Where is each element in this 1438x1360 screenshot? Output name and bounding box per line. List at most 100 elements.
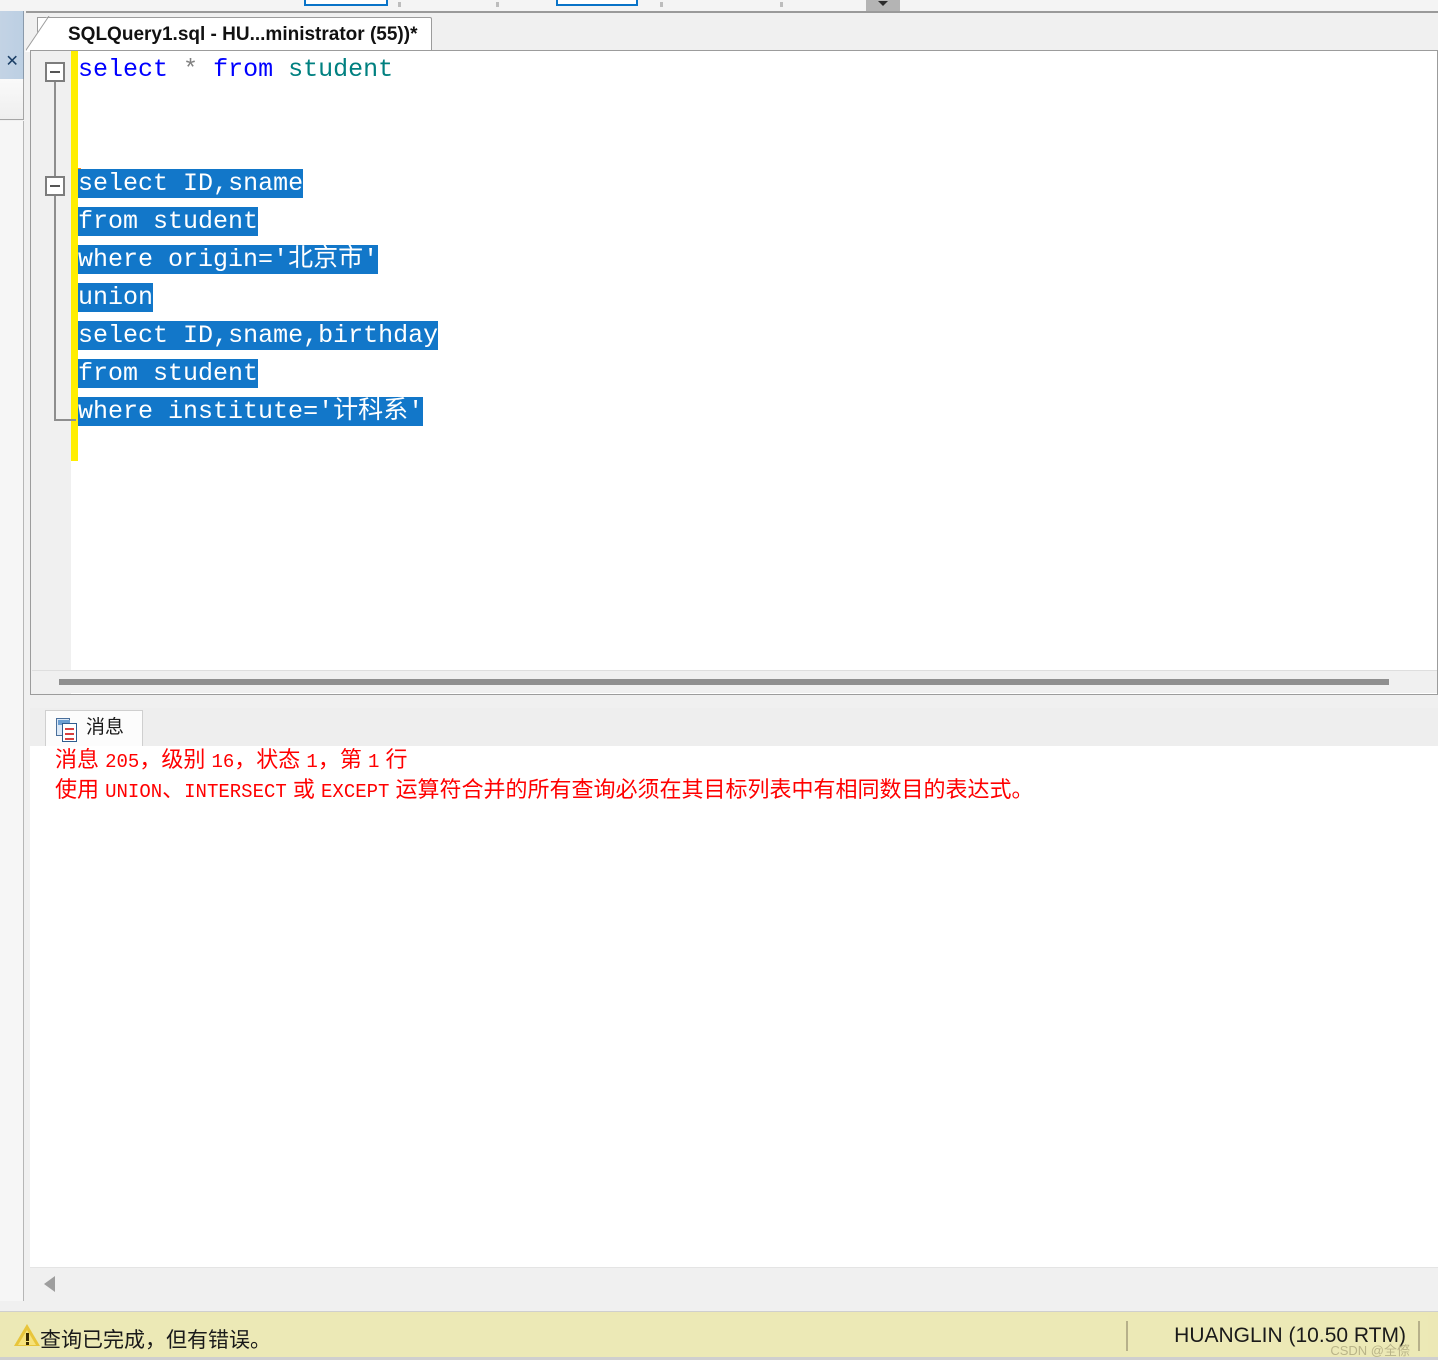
code-token: where [78,245,154,274]
code-line[interactable] [78,127,438,165]
toolbar-separator [398,2,401,7]
toolbar-separator [780,2,783,7]
code-token: origin [168,245,259,274]
object-explorer-icon: ✕ [5,54,22,67]
warning-icon [14,1323,40,1347]
editor-code-text[interactable]: select * from student select ID,sname fro… [78,51,439,431]
editor-gutter [31,51,71,694]
code-token: select [78,321,169,350]
tab-label: SQLQuery1.sql - HU...ministrator (55))* [68,24,418,45]
message-line: 消息 205，级别 16，状态 1，第 1 行 [30,746,1438,776]
code-token: '北京市' [273,245,379,274]
results-tabstrip: 消息 [30,708,1438,747]
warning-exclamation-dot [26,1342,29,1345]
pane-splitter[interactable] [30,696,1438,708]
document-area: SQLQuery1.sql - HU...ministrator (55))* … [24,13,1438,1298]
messages-horizontal-scrollbar[interactable] [30,1267,1438,1298]
message-text: 1 [306,751,318,773]
tab-messages-label: 消息 [86,717,125,738]
code-line[interactable]: select ID,sname [78,165,438,203]
tab-skew-edge [26,16,51,51]
code-token: , [213,169,229,198]
code-line[interactable] [78,89,438,127]
fold-toggle-icon-block2[interactable] [45,176,65,196]
message-text: 或 [286,777,322,802]
code-token: union [78,283,154,312]
selected-code-span: from student [78,207,259,236]
code-line[interactable]: union [78,279,438,317]
code-line[interactable]: where institute='计科系' [78,393,438,431]
editor-horizontal-scrollbar[interactable] [32,670,1437,693]
toolbar-separator [660,2,663,7]
messages-icon-line [65,733,74,735]
message-text: 、 [162,777,185,802]
message-text: 1 [367,751,380,773]
code-line[interactable]: from student [78,355,438,393]
left-dock-panel-lower [0,121,24,1301]
toolbar-overflow-chevron-down-icon[interactable] [866,0,900,11]
message-text: INTERSECT [184,781,287,803]
toolbar-combo-1[interactable] [304,0,388,6]
selected-code-span: union [78,283,154,312]
code-token: from [78,359,139,388]
selected-code-span: select ID,sname [78,169,304,198]
message-text: ，级别 [139,747,212,772]
code-line[interactable]: from student [78,203,438,241]
message-text: 运算符合并的所有查询必须在其目标列表中有相同数目的表达式。 [389,777,1034,802]
code-span: select * from student [78,55,393,84]
code-token: , [303,321,319,350]
code-token: where [78,397,154,426]
tab-sqlquery1[interactable]: SQLQuery1.sql - HU...ministrator (55))* [24,17,433,52]
message-text: 消息 [55,747,106,772]
messages-icon-line [65,738,74,740]
fold-connector-line [54,196,56,421]
selected-code-span: where institute='计科系' [78,397,424,426]
selected-code-span: select ID,sname,birthday [78,321,439,350]
code-token: '计科系' [318,397,424,426]
toolbar-combo-2[interactable] [556,0,638,6]
message-text: 205 [105,751,140,773]
messages-output[interactable]: 消息 205，级别 16，状态 1，第 1 行使用 UNION、INTERSEC… [30,746,1438,1266]
left-dock-panel-upper [0,79,24,120]
message-text: 16 [211,751,235,773]
object-explorer-collapsed-tab[interactable]: ✕ [0,11,24,80]
warning-exclamation-stem [26,1333,29,1341]
code-token: , [213,321,229,350]
status-divider [1418,1321,1420,1351]
tab-messages[interactable]: 消息 [45,710,144,747]
code-token: sname [228,321,304,350]
code-token: ID [183,321,214,350]
message-text: UNION [105,781,163,803]
code-token: birthday [318,321,439,350]
toolbar-separator [496,2,499,7]
selected-code-span: from student [78,359,259,388]
code-token: sname [228,169,304,198]
left-dock-strip: ✕ [0,11,26,1311]
code-token: student [153,207,259,236]
message-text: ，状态 [234,747,307,772]
fold-end-line [54,419,76,421]
sql-editor-pane[interactable]: select * from student select ID,sname fro… [30,50,1438,695]
code-token: from [213,55,274,84]
messages-icon-line [65,728,74,730]
code-line[interactable]: select * from student [78,51,438,89]
code-token: student [288,55,394,84]
code-token: from [78,207,139,236]
status-message: 查询已完成，但有错误。 [40,1329,271,1352]
message-text: ，第 [317,747,368,772]
fold-toggle-icon-block1[interactable] [45,62,65,82]
scroll-left-arrow-icon[interactable] [44,1276,55,1292]
messages-icon [56,718,78,742]
code-token: select [78,169,169,198]
code-line[interactable]: select ID,sname,birthday [78,317,439,355]
editor-scrollbar-thumb[interactable] [59,679,1389,685]
message-text: 使用 [55,777,106,802]
code-line[interactable]: where origin='北京市' [78,241,438,279]
code-token: * [183,55,199,84]
message-text: 行 [379,747,408,772]
